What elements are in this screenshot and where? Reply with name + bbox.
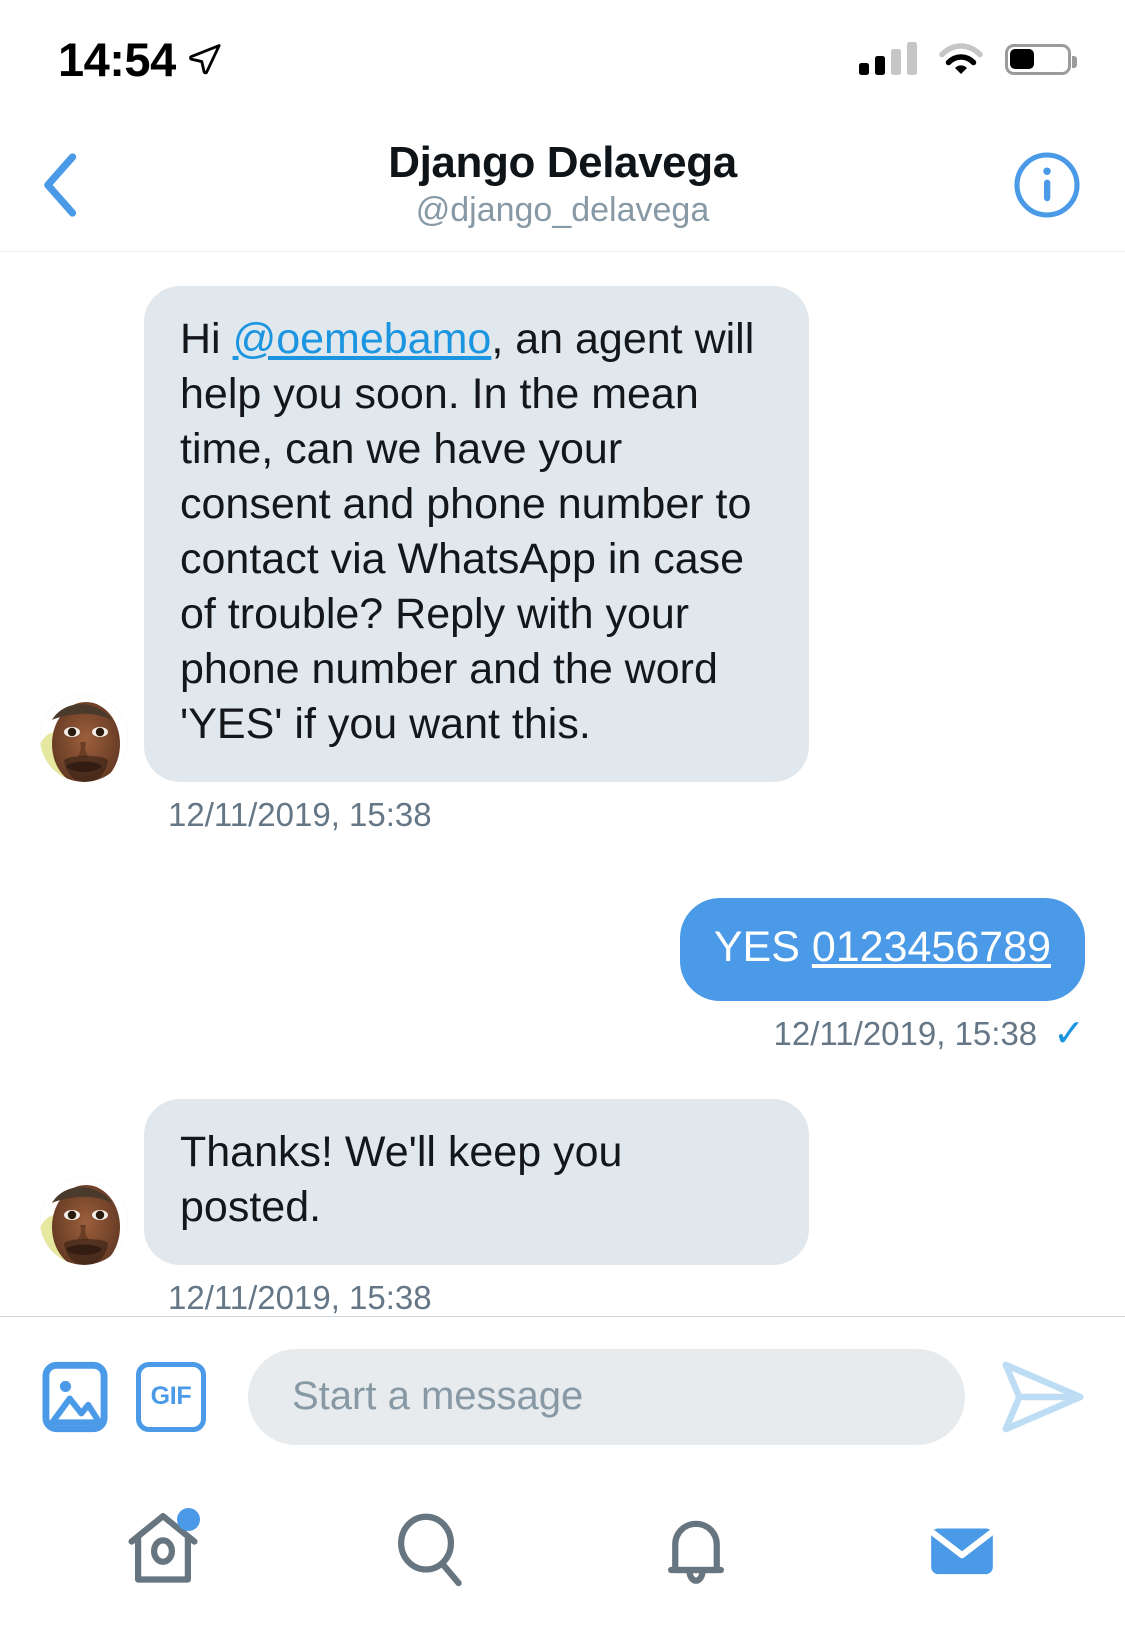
conversation-header: Django Delavega @django_delavega [0, 118, 1125, 252]
message-row-incoming: Thanks! We'll keep you posted. [0, 1099, 1125, 1266]
avatar[interactable] [40, 694, 128, 783]
header-titles: Django Delavega @django_delavega [0, 138, 1125, 232]
add-photo-button[interactable] [38, 1360, 112, 1434]
home-badge-dot [177, 1508, 201, 1531]
bottom-tab-bar [0, 1476, 1125, 1644]
battery-icon [1005, 43, 1077, 75]
message-list[interactable]: Hi @oemebamo, an agent will help you soo… [0, 252, 1125, 1316]
status-bar: 14:54 [0, 0, 1125, 118]
contact-avatar-image [40, 1177, 128, 1266]
message-timestamp-outgoing: 12/11/2019, 15:38 ✓ [0, 1001, 1125, 1053]
status-bar-right [859, 42, 1077, 76]
status-bar-left: 14:54 [58, 36, 222, 83]
back-button[interactable] [40, 145, 110, 225]
cellular-signal-icon [859, 42, 917, 75]
info-circle-icon [1014, 151, 1080, 218]
notifications-tab[interactable] [631, 1494, 761, 1604]
messages-screen: 14:54 Django Delavega @django_delavega H… [0, 0, 1125, 1644]
search-tab[interactable] [364, 1494, 494, 1604]
gif-icon: GIF [136, 1361, 206, 1432]
conversation-info-button[interactable] [1009, 147, 1085, 223]
mention-link[interactable]: @oemebamo [233, 315, 492, 363]
message-row-outgoing: YES 0123456789 [0, 898, 1125, 1002]
message-input[interactable] [248, 1348, 965, 1445]
status-bar-clock: 14:54 [58, 32, 176, 86]
message-bubble-incoming[interactable]: Hi @oemebamo, an agent will help you soo… [144, 286, 809, 783]
add-gif-button[interactable]: GIF [134, 1360, 208, 1434]
chevron-left-icon [44, 152, 77, 217]
account-handle: @django_delavega [415, 190, 710, 229]
search-icon [398, 1513, 463, 1587]
message-composer: GIF [0, 1316, 1125, 1476]
message-text: YES [713, 923, 812, 972]
message-timestamp: 12/11/2019, 15:38 [168, 796, 432, 834]
envelope-icon [930, 1528, 994, 1575]
message-text-part2: , an agent will help you soon. In the me… [180, 315, 755, 749]
message-bubble-outgoing[interactable]: YES 0123456789 [679, 898, 1085, 1002]
message-timestamp: 12/11/2019, 15:38 [168, 1279, 432, 1316]
send-arrow-icon [1002, 1361, 1084, 1432]
home-tab[interactable] [98, 1494, 228, 1604]
gif-label: GIF [150, 1382, 192, 1410]
checkmark-icon: ✓ [1053, 1013, 1085, 1056]
timestamp-text: 12/11/2019, 15:38 [773, 1015, 1038, 1053]
page-title: Django Delavega [388, 137, 737, 187]
message-row-incoming: Hi @oemebamo, an agent will help you soo… [0, 286, 1125, 783]
message-bubble-incoming[interactable]: Thanks! We'll keep you posted. [144, 1099, 809, 1266]
contact-avatar-image [40, 694, 128, 783]
location-arrow-icon [188, 44, 221, 75]
messages-tab[interactable] [897, 1494, 1027, 1604]
message-text-part1: Hi [180, 315, 233, 363]
phone-number-link[interactable]: 0123456789 [812, 923, 1051, 971]
avatar[interactable] [40, 1177, 128, 1266]
bell-icon [667, 1520, 724, 1584]
image-icon [42, 1361, 108, 1432]
wifi-icon [939, 42, 983, 74]
send-button[interactable] [997, 1354, 1089, 1440]
